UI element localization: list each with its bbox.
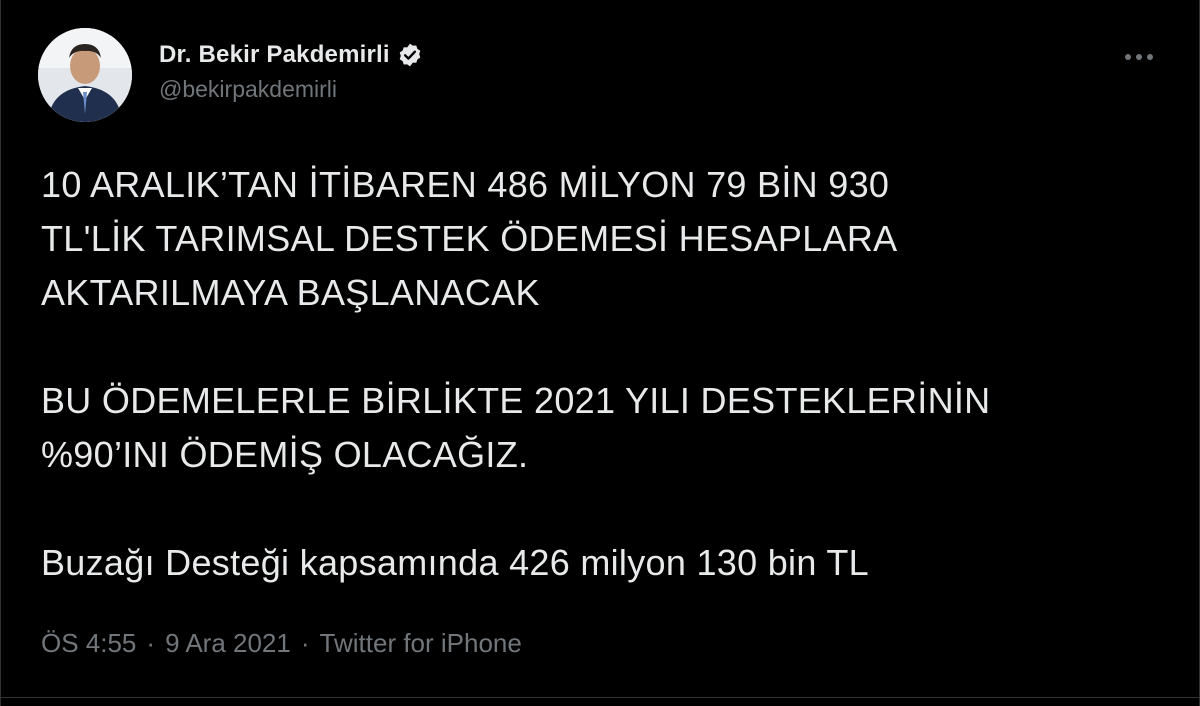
tweet-card: Dr. Bekir Pakdemirli @bekirpakdemirli 10… (0, 0, 1200, 706)
profile-photo-icon (38, 28, 132, 122)
meta-separator: · (300, 628, 310, 658)
handle[interactable]: @bekirpakdemirli (159, 76, 423, 103)
tweet-time[interactable]: ÖS 4:55 (41, 628, 136, 659)
tweet-paragraph: BU ÖDEMELERLE BİRLİKTE 2021 YILI DESTEKL… (41, 380, 991, 475)
author-block: Dr. Bekir Pakdemirli @bekirpakdemirli (159, 40, 423, 103)
display-name[interactable]: Dr. Bekir Pakdemirli (159, 41, 390, 69)
more-button[interactable] (1119, 42, 1159, 72)
tweet-paragraph: Buzağı Desteği kapsamında 426 milyon 130… (41, 542, 869, 583)
verified-badge-icon (397, 42, 423, 68)
avatar[interactable] (38, 28, 132, 122)
name-row: Dr. Bekir Pakdemirli (159, 40, 423, 70)
tweet-meta: ÖS 4:55 · 9 Ara 2021 · Twitter for iPhon… (41, 628, 522, 659)
more-horizontal-icon (1125, 54, 1153, 60)
tweet-paragraph: 10 ARALIK’TAN İTİBAREN 486 MİLYON 79 BİN… (41, 164, 898, 313)
tweet-text: 10 ARALIK’TAN İTİBAREN 486 MİLYON 79 BİN… (41, 158, 1171, 590)
tweet-date[interactable]: 9 Ara 2021 (165, 628, 291, 659)
tweet-source[interactable]: Twitter for iPhone (320, 628, 522, 659)
divider (1, 697, 1199, 698)
meta-separator: · (146, 628, 156, 658)
tweet-header: Dr. Bekir Pakdemirli @bekirpakdemirli (38, 28, 1169, 124)
